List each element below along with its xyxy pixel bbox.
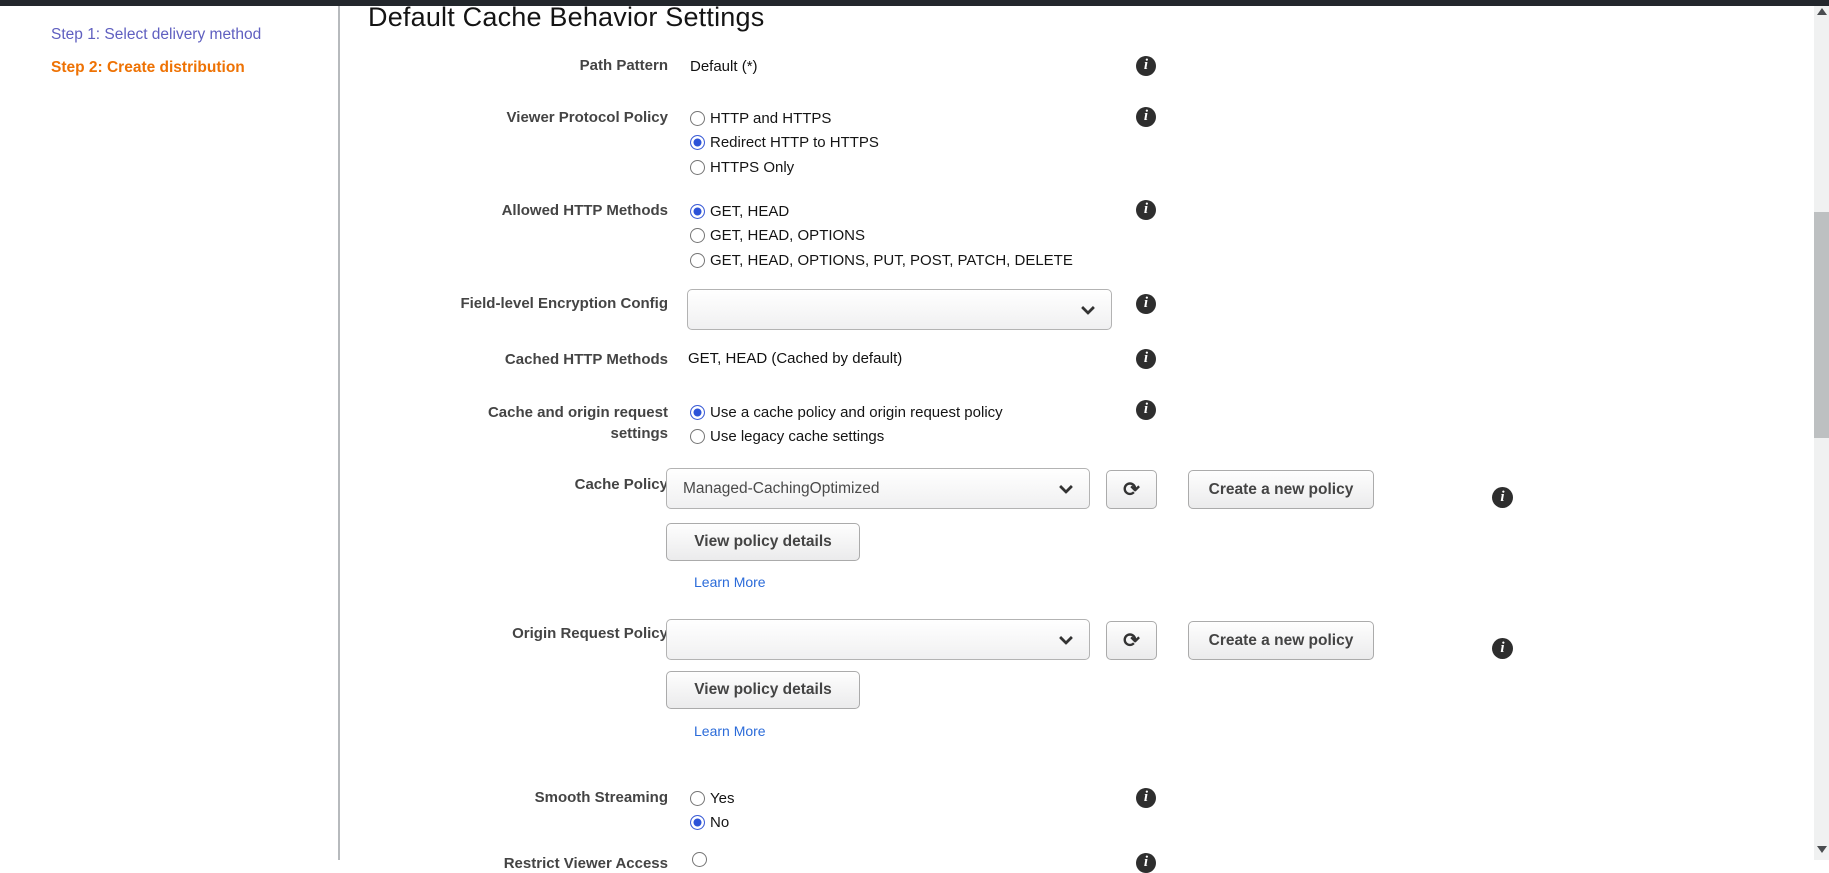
info-icon[interactable]: i [1136, 400, 1156, 420]
radio-option-row[interactable]: Redirect HTTP to HTTPS [690, 131, 879, 156]
cache-policy-learn-more-link[interactable]: Learn More [694, 574, 766, 590]
page-title: Default Cache Behavior Settings [368, 2, 764, 33]
refresh-icon: ⟳ [1123, 479, 1140, 501]
cache-origin-settings-label-line2: settings [348, 423, 668, 444]
info-icon[interactable]: i [1136, 107, 1156, 127]
smooth-streaming-group: Yes No [690, 786, 734, 835]
radio-option-label[interactable]: Redirect HTTP to HTTPS [710, 134, 879, 151]
origin-request-policy-select[interactable] [666, 619, 1090, 660]
radio-option-row[interactable]: GET, HEAD [690, 199, 1073, 224]
create-origin-request-policy-button[interactable]: Create a new policy [1188, 621, 1374, 660]
view-origin-request-policy-details-button[interactable]: View policy details [666, 671, 860, 709]
radio-unselected[interactable] [690, 160, 705, 175]
browser-chrome-bar [0, 0, 1829, 6]
radio-option-row[interactable]: Use a cache policy and origin request po… [690, 400, 1003, 425]
radio-option-label[interactable]: HTTPS Only [710, 159, 794, 176]
radio-option-row[interactable]: HTTP and HTTPS [690, 106, 879, 131]
chevron-down-icon [1081, 301, 1095, 315]
radio-option-row[interactable]: GET, HEAD, OPTIONS [690, 224, 1073, 249]
cache-policy-select-value: Managed-CachingOptimized [683, 480, 879, 497]
cache-policy-select[interactable]: Managed-CachingOptimized [666, 468, 1090, 509]
sidebar-step2-link[interactable]: Step 2: Create distribution [51, 59, 245, 77]
restrict-viewer-access-label-partial: Restrict Viewer Access [348, 855, 668, 873]
smooth-streaming-label: Smooth Streaming [348, 789, 668, 807]
refresh-origin-request-policies-button[interactable]: ⟳ [1106, 621, 1157, 660]
cache-origin-settings-group: Use a cache policy and origin request po… [690, 400, 1003, 449]
view-cache-policy-details-button[interactable]: View policy details [666, 523, 860, 561]
origin-request-policy-learn-more-link[interactable]: Learn More [694, 723, 766, 739]
cache-origin-settings-label: Cache and origin request settings [348, 402, 668, 444]
allowed-http-methods-label: Allowed HTTP Methods [348, 202, 668, 220]
radio-selected[interactable] [690, 815, 705, 830]
radio-option-label[interactable]: GET, HEAD, OPTIONS, PUT, POST, PATCH, DE… [710, 252, 1073, 269]
info-icon[interactable]: i [1136, 200, 1156, 220]
scrollbar-down-arrow-icon[interactable] [1817, 846, 1827, 853]
radio-unselected[interactable] [690, 111, 705, 126]
refresh-icon: ⟳ [1123, 630, 1140, 652]
info-icon[interactable]: i [1136, 56, 1156, 76]
radio-selected[interactable] [690, 204, 705, 219]
path-pattern-label: Path Pattern [348, 57, 668, 75]
path-pattern-value: Default (*) [690, 58, 758, 76]
radio-option-row[interactable]: HTTPS Only [690, 155, 879, 180]
radio-unselected[interactable] [690, 429, 705, 444]
field-level-encryption-select[interactable] [687, 289, 1112, 330]
origin-request-policy-label: Origin Request Policy [348, 625, 668, 643]
info-icon[interactable]: i [1492, 638, 1513, 659]
radio-option-label[interactable]: GET, HEAD [710, 203, 789, 220]
cached-http-methods-label: Cached HTTP Methods [348, 351, 668, 369]
create-cache-policy-button[interactable]: Create a new policy [1188, 470, 1374, 509]
radio-selected[interactable] [690, 405, 705, 420]
sidebar-step1-link[interactable]: Step 1: Select delivery method [51, 26, 261, 44]
viewer-protocol-policy-group: HTTP and HTTPS Redirect HTTP to HTTPS HTTP… [690, 106, 879, 180]
radio-option-label[interactable]: Use a cache policy and origin request po… [710, 404, 1003, 421]
radio-unselected[interactable] [690, 791, 705, 806]
info-icon[interactable]: i [1492, 487, 1513, 508]
radio-option-label[interactable]: No [710, 814, 729, 831]
sidebar-divider [338, 6, 340, 860]
radio-unselected[interactable] [690, 228, 705, 243]
info-icon[interactable]: i [1136, 294, 1156, 314]
allowed-http-methods-group: GET, HEAD GET, HEAD, OPTIONS GET, HEAD, OP… [690, 199, 1073, 273]
radio-option-row[interactable]: GET, HEAD, OPTIONS, PUT, POST, PATCH, DE… [690, 248, 1073, 273]
refresh-cache-policies-button[interactable]: ⟳ [1106, 470, 1157, 509]
viewer-protocol-policy-label: Viewer Protocol Policy [348, 109, 668, 127]
chevron-down-icon [1059, 631, 1073, 645]
info-icon[interactable]: i [1136, 349, 1156, 369]
field-level-encryption-label: Field-level Encryption Config [348, 295, 668, 313]
radio-option-row[interactable]: Use legacy cache settings [690, 425, 1003, 450]
vertical-scrollbar-thumb[interactable] [1814, 212, 1829, 438]
radio-option-row[interactable]: No [690, 811, 734, 836]
radio-unselected[interactable] [690, 253, 705, 268]
radio-option-label[interactable]: Use legacy cache settings [710, 428, 884, 445]
info-icon[interactable]: i [1136, 788, 1156, 808]
info-icon[interactable]: i [1136, 853, 1156, 873]
radio-option-label[interactable]: HTTP and HTTPS [710, 110, 831, 127]
radio-selected[interactable] [690, 135, 705, 150]
chevron-down-icon [1059, 480, 1073, 494]
radio-option-row[interactable]: Yes [690, 786, 734, 811]
radio-option-label[interactable]: Yes [710, 790, 734, 807]
cache-origin-settings-label-line1: Cache and origin request [348, 402, 668, 423]
cache-policy-label: Cache Policy [348, 476, 668, 494]
scrollbar-up-arrow-icon[interactable] [1817, 8, 1827, 15]
radio-option-label[interactable]: GET, HEAD, OPTIONS [710, 227, 865, 244]
cached-http-methods-value: GET, HEAD (Cached by default) [688, 350, 902, 368]
